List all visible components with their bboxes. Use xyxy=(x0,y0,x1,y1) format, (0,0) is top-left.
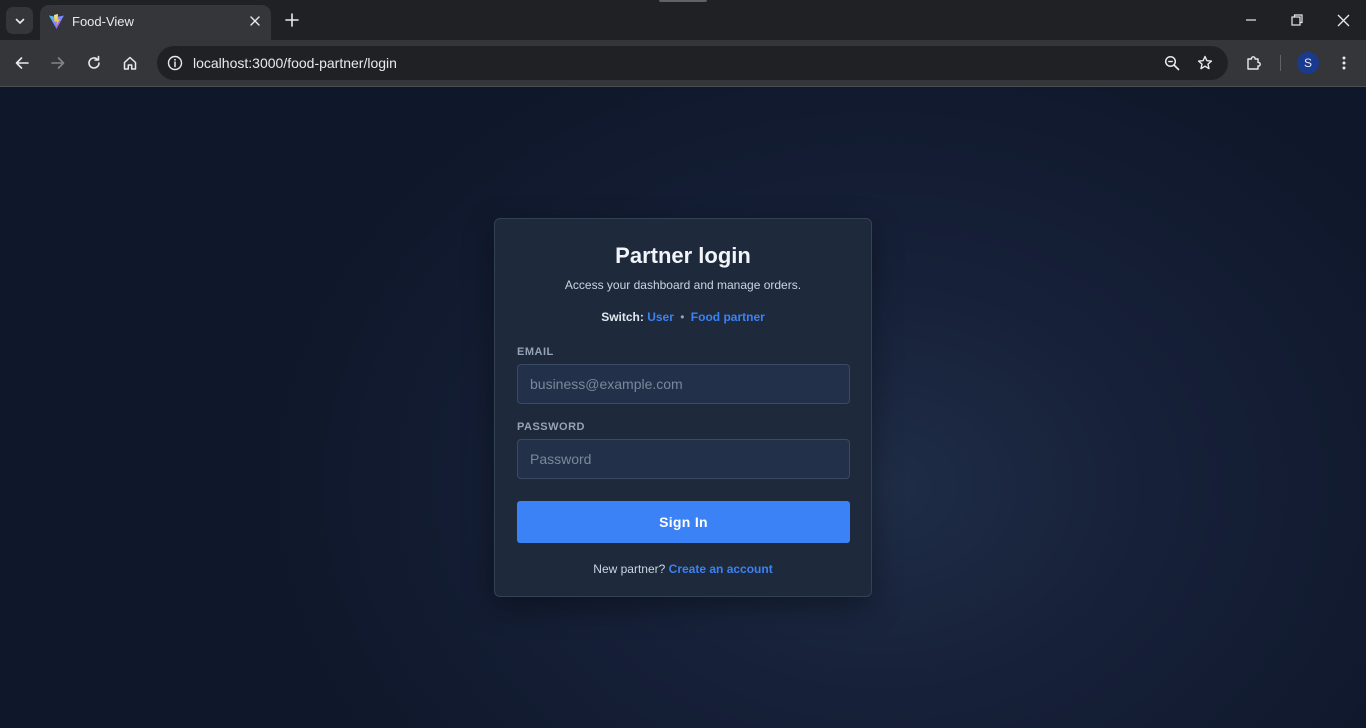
switch-separator: • xyxy=(680,310,685,324)
url-path: :3000/food-partner/login xyxy=(248,55,397,71)
window-minimize-button[interactable] xyxy=(1239,8,1263,32)
partner-login-card: Partner login Access your dashboard and … xyxy=(494,218,872,597)
more-vertical-icon xyxy=(1342,56,1346,70)
browser-toolbar: localhost:3000/food-partner/login S xyxy=(0,40,1366,86)
page-title: Partner login xyxy=(615,243,751,268)
tab-close-button[interactable] xyxy=(247,13,263,29)
browser-tab-active[interactable]: Food-View xyxy=(40,5,271,40)
new-tab-button[interactable] xyxy=(282,10,302,30)
url-host: localhost xyxy=(193,55,249,71)
close-icon xyxy=(1337,14,1349,26)
home-button[interactable] xyxy=(118,51,142,75)
switch-label: Switch: xyxy=(601,310,644,324)
address-bar[interactable]: localhost:3000/food-partner/login xyxy=(157,46,1228,80)
sign-in-button[interactable]: Sign In xyxy=(517,501,850,543)
extensions-button[interactable] xyxy=(1242,51,1266,75)
info-icon xyxy=(167,55,183,71)
arrow-left-icon xyxy=(15,57,29,69)
page-viewport: Partner login Access your dashboard and … xyxy=(0,87,1366,728)
home-icon xyxy=(123,56,137,70)
site-info-button[interactable] xyxy=(163,51,187,75)
email-field[interactable] xyxy=(517,364,850,404)
create-account-link[interactable]: Create an account xyxy=(669,562,773,576)
browser-tabstrip: Food-View xyxy=(0,0,1366,40)
profile-avatar[interactable]: S xyxy=(1297,52,1319,74)
switch-user-link[interactable]: User xyxy=(647,310,674,324)
reload-icon xyxy=(88,55,100,69)
account-type-switch: Switch: User • Food partner xyxy=(495,310,871,324)
plus-icon xyxy=(285,13,299,27)
page-subtitle: Access your dashboard and manage orders. xyxy=(564,278,802,292)
tabstrip-drag-notch xyxy=(659,0,707,2)
switch-food-partner-link[interactable]: Food partner xyxy=(691,310,765,324)
minimize-icon xyxy=(1246,19,1256,21)
browser-menu-button[interactable] xyxy=(1332,51,1356,75)
password-field[interactable] xyxy=(517,439,850,479)
window-close-button[interactable] xyxy=(1331,8,1355,32)
reload-button[interactable] xyxy=(82,51,106,75)
back-button[interactable] xyxy=(10,51,34,75)
url-text: localhost:3000/food-partner/login xyxy=(193,55,397,71)
password-label: PASSWORD xyxy=(517,421,585,433)
chevron-down-icon xyxy=(15,18,24,24)
zoom-out-icon xyxy=(1164,55,1180,71)
signup-prompt: New partner? Create an account xyxy=(495,562,871,576)
toolbar-separator xyxy=(1280,55,1281,71)
signup-prompt-text: New partner? xyxy=(593,562,666,576)
tab-search-button[interactable] xyxy=(6,7,33,34)
close-icon xyxy=(250,16,260,26)
star-icon xyxy=(1197,55,1213,70)
restore-icon xyxy=(1291,14,1303,26)
forward-button[interactable] xyxy=(46,51,70,75)
email-label: EMAIL xyxy=(517,346,554,358)
bookmark-button[interactable] xyxy=(1193,51,1217,75)
zoom-button[interactable] xyxy=(1160,51,1184,75)
vite-logo-icon xyxy=(49,14,64,29)
puzzle-icon xyxy=(1247,56,1261,70)
arrow-right-icon xyxy=(51,57,65,69)
tab-title: Food-View xyxy=(72,14,134,29)
window-restore-button[interactable] xyxy=(1285,8,1309,32)
